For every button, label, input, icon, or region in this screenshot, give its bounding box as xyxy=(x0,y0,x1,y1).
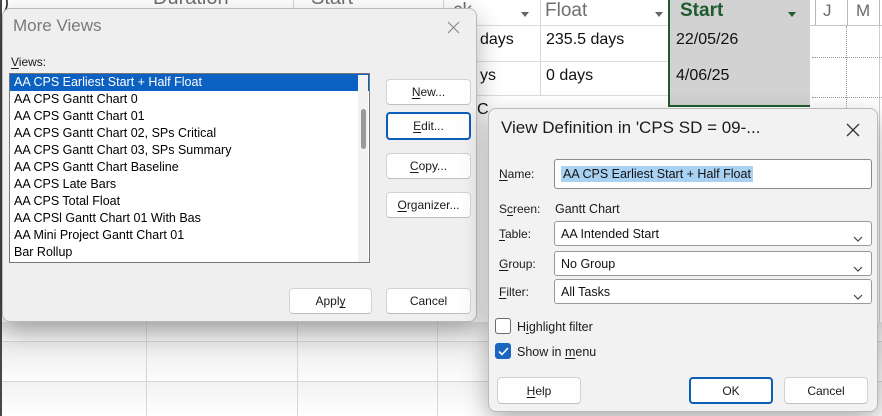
filter-label: Filter: xyxy=(499,285,530,299)
close-icon[interactable] xyxy=(444,18,462,36)
table-select[interactable]: AA Intended Start xyxy=(554,221,872,246)
group-select[interactable]: No Group xyxy=(554,251,872,276)
views-label: Views: xyxy=(11,55,47,69)
column-header-float: Float xyxy=(545,0,588,21)
gantt-gridline xyxy=(812,97,882,98)
dialog-title: View Definition in 'CPS SD = 09-... xyxy=(501,118,761,137)
filter-arrow-icon xyxy=(521,12,529,17)
background-column-line xyxy=(437,322,438,416)
view-list-item[interactable]: AA CPS Late Bars xyxy=(10,176,369,193)
scrollbar[interactable] xyxy=(358,75,368,262)
timescale-divider xyxy=(847,0,848,25)
table-cell: days xyxy=(480,31,514,48)
view-list-item[interactable]: AA CPSl Gantt Chart 01 With Bas xyxy=(10,210,369,227)
chevron-down-icon xyxy=(853,261,863,275)
view-definition-dialog: View Definition in 'CPS SD = 09-... Name… xyxy=(488,108,878,412)
more-views-dialog: More Views Views: AA CPS Earliest Start … xyxy=(2,8,477,322)
dialog-title: More Views xyxy=(13,16,102,35)
filter-arrow-icon xyxy=(788,12,796,17)
gantt-gridline xyxy=(812,57,882,58)
view-list-item[interactable]: Bar Rollup xyxy=(10,244,369,261)
ok-button[interactable]: OK xyxy=(689,377,773,404)
show-in-menu-checkbox[interactable] xyxy=(495,343,511,359)
close-icon[interactable] xyxy=(844,121,862,139)
column-header-start: Start xyxy=(680,0,724,21)
view-list-item[interactable]: AA CPS Gantt Chart 03, SPs Summary xyxy=(10,142,369,159)
timescale-label: M xyxy=(856,1,871,20)
filter-arrow-icon xyxy=(655,12,663,17)
timescale-divider xyxy=(879,0,880,25)
apply-button[interactable]: Appl y xyxy=(289,288,372,314)
edit-button[interactable]: Edit... xyxy=(386,112,471,140)
show-in-menu-label: Show in menu xyxy=(517,345,597,359)
view-list-item[interactable]: AA Mini Project Gantt Chart 01 xyxy=(10,227,369,244)
copy-button[interactable]: Copy... xyxy=(386,153,471,179)
chevron-down-icon xyxy=(853,231,863,245)
table-cell: 235.5 days xyxy=(546,31,625,48)
view-list-item[interactable]: AA CPS Gantt Chart 02, SPs Critical xyxy=(10,125,369,142)
screen-label: Screen: xyxy=(499,202,541,216)
cancel-button[interactable]: Cancel xyxy=(386,288,471,314)
highlight-filter-checkbox[interactable] xyxy=(495,318,511,334)
view-list-item[interactable]: AA CPS Gantt Chart 01 xyxy=(10,108,369,125)
table-select-value: AA Intended Start xyxy=(561,226,659,241)
scrollbar-thumb[interactable] xyxy=(361,109,366,149)
highlight-filter-label: Highlight filter xyxy=(517,320,593,334)
table-label: Table: xyxy=(499,227,532,241)
new-button[interactable]: New... xyxy=(386,79,471,105)
table-cell: 0 days xyxy=(546,67,594,84)
view-list-item[interactable]: AA CPS Earliest Start + Half Float xyxy=(10,74,369,91)
background-column-line xyxy=(146,322,147,416)
timescale-label: J xyxy=(823,1,832,20)
filter-select[interactable]: All Tasks xyxy=(554,279,872,304)
table-cell: C xyxy=(477,101,489,118)
views-list[interactable]: AA CPS Earliest Start + Half Float AA CPS… xyxy=(9,73,370,263)
gantt-gridline xyxy=(846,26,847,108)
column-divider xyxy=(540,0,541,96)
chevron-down-icon xyxy=(853,289,863,303)
name-input[interactable]: AA CPS Earliest Start + Half Float xyxy=(554,159,872,189)
cancel-button[interactable]: Cancel xyxy=(784,377,868,404)
table-cell: 22/05/26 xyxy=(676,31,739,48)
screen-value: Gantt Chart xyxy=(555,202,620,216)
table-cell: ys xyxy=(480,67,496,84)
view-list-item[interactable]: AA CPS Total Float xyxy=(10,193,369,210)
screen: ) Duration Start ck Float Start days 235… xyxy=(0,0,882,416)
name-label: Name: xyxy=(499,167,535,181)
selected-column-left-border xyxy=(668,0,670,107)
background-column-line xyxy=(297,322,298,416)
view-list-item[interactable]: AA CPS Gantt Chart 0 xyxy=(10,91,369,108)
selected-column-bottom-border xyxy=(670,105,810,107)
organizer-button[interactable]: Organizer... xyxy=(386,192,471,218)
help-button[interactable]: Help xyxy=(497,377,581,404)
name-input-selected-text: AA CPS Earliest Start + Half Float xyxy=(561,166,753,182)
view-list-item[interactable]: AA CPS Gantt Chart Baseline xyxy=(10,159,369,176)
group-select-value: No Group xyxy=(561,256,616,271)
timescale-divider xyxy=(815,0,816,25)
table-cell: 4/06/25 xyxy=(676,67,730,84)
filter-select-value: All Tasks xyxy=(561,284,611,299)
group-label: Group: xyxy=(499,257,536,271)
